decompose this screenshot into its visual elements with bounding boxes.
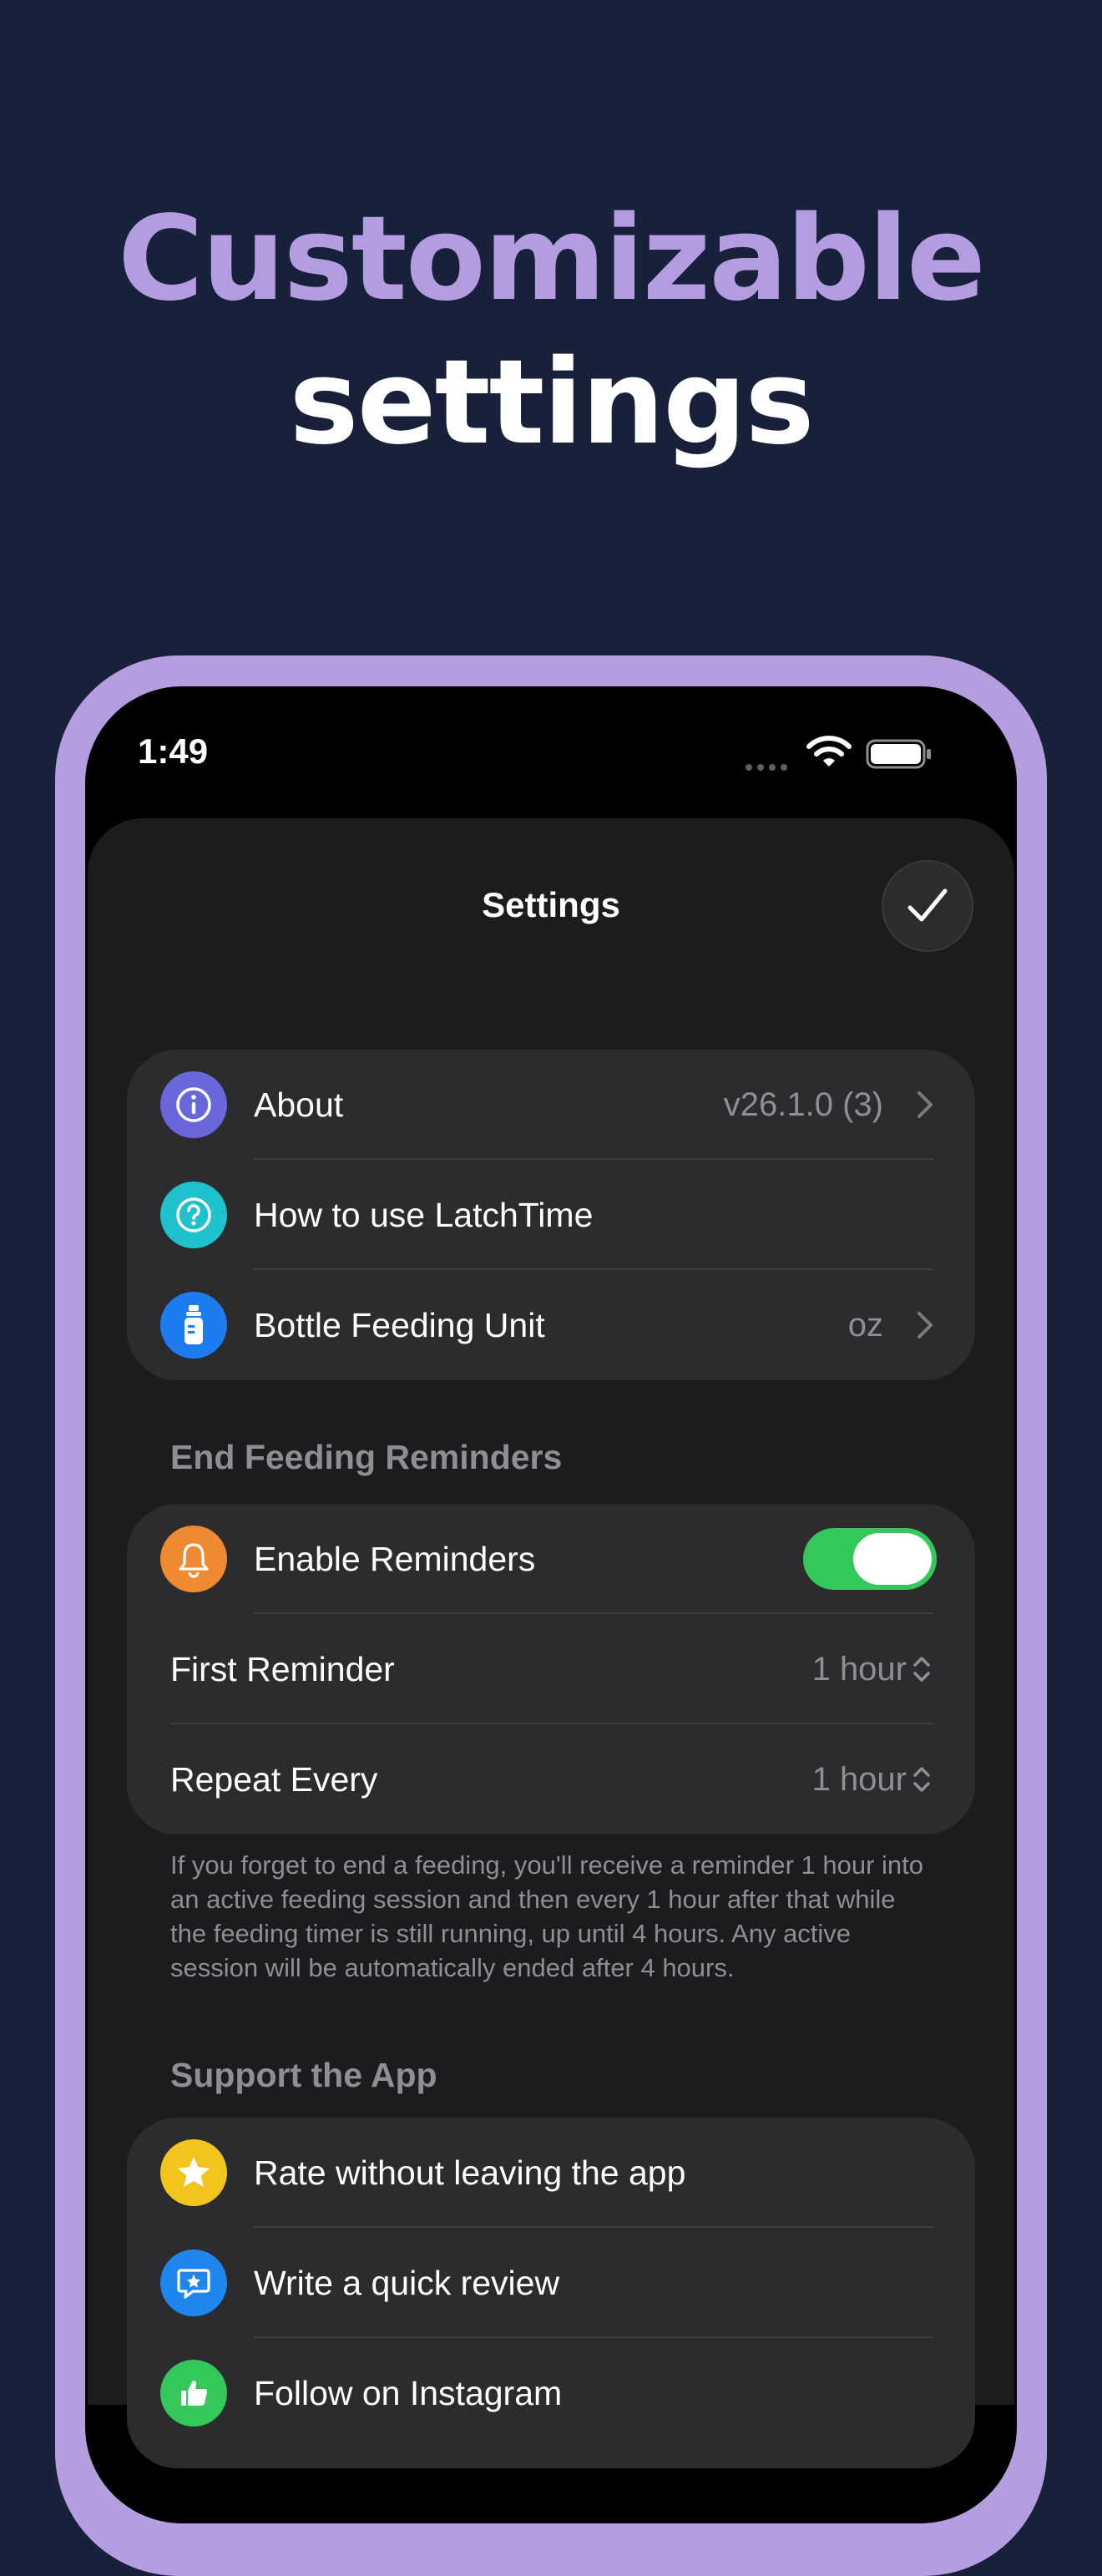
rate-app-row[interactable]: Rate without leaving the app (127, 2118, 975, 2228)
enable-reminders-row: Enable Reminders (127, 1504, 975, 1614)
battery-icon (866, 739, 933, 773)
chevron-right-icon (917, 1091, 933, 1118)
headline-line-1: Customizable (118, 191, 986, 327)
repeat-every-label: Repeat Every (170, 1760, 378, 1799)
repeat-every-value: 1 hour (811, 1761, 907, 1798)
write-review-row[interactable]: Write a quick review (127, 2228, 975, 2338)
star-icon (160, 2139, 227, 2206)
repeat-every-row[interactable]: Repeat Every 1 hour (127, 1724, 975, 1835)
done-button[interactable] (882, 860, 973, 952)
cellular-signal-icon (746, 760, 792, 775)
bell-icon (160, 1526, 227, 1592)
first-reminder-value: 1 hour (811, 1651, 907, 1688)
headline-line-2: settings (289, 335, 814, 471)
how-to-use-row[interactable]: How to use LatchTime (127, 1160, 975, 1270)
thumbs-up-icon (160, 2360, 227, 2427)
enable-reminders-label: Enable Reminders (254, 1540, 536, 1578)
chevron-up-down-icon (913, 1767, 930, 1792)
enable-reminders-toggle[interactable] (803, 1528, 937, 1590)
about-label: About (254, 1086, 344, 1124)
checkmark-icon (907, 888, 948, 922)
reminders-group: Enable Reminders First Reminder 1 hour R… (127, 1504, 975, 1835)
rate-app-label: Rate without leaving the app (254, 2153, 686, 2192)
headline: Customizable settings (0, 188, 1102, 475)
sheet-title: Settings (482, 885, 620, 924)
support-group: Rate without leaving the app Write a qui… (127, 2118, 975, 2468)
write-review-label: Write a quick review (254, 2264, 560, 2302)
about-row[interactable]: About v26.1.0 (3) (127, 1050, 975, 1160)
info-icon (160, 1071, 227, 1138)
about-version: v26.1.0 (3) (723, 1086, 883, 1123)
follow-instagram-row[interactable]: Follow on Instagram (127, 2338, 975, 2448)
chevron-right-icon (917, 1312, 933, 1339)
bottle-unit-value: oz (847, 1307, 883, 1344)
support-section-header: Support the App (170, 2056, 437, 2094)
first-reminder-label: First Reminder (170, 1650, 395, 1688)
chevron-up-down-icon (913, 1657, 930, 1682)
bottle-unit-label: Bottle Feeding Unit (254, 1306, 545, 1344)
follow-instagram-label: Follow on Instagram (254, 2374, 563, 2412)
wifi-icon (806, 735, 852, 772)
reminders-section-header: End Feeding Reminders (170, 1438, 563, 1476)
status-time: 1:49 (138, 731, 209, 771)
bottle-icon (160, 1292, 227, 1359)
first-reminder-row[interactable]: First Reminder 1 hour (127, 1614, 975, 1724)
how-to-use-label: How to use LatchTime (254, 1196, 594, 1234)
question-icon (160, 1182, 227, 1248)
bottle-unit-row[interactable]: Bottle Feeding Unit oz (127, 1270, 975, 1380)
review-bubble-icon (160, 2250, 227, 2316)
reminders-footnote: If you forget to end a feeding, you'll r… (170, 1850, 924, 1982)
general-settings-group: About v26.1.0 (3) How to use LatchTime B… (127, 1050, 975, 1380)
